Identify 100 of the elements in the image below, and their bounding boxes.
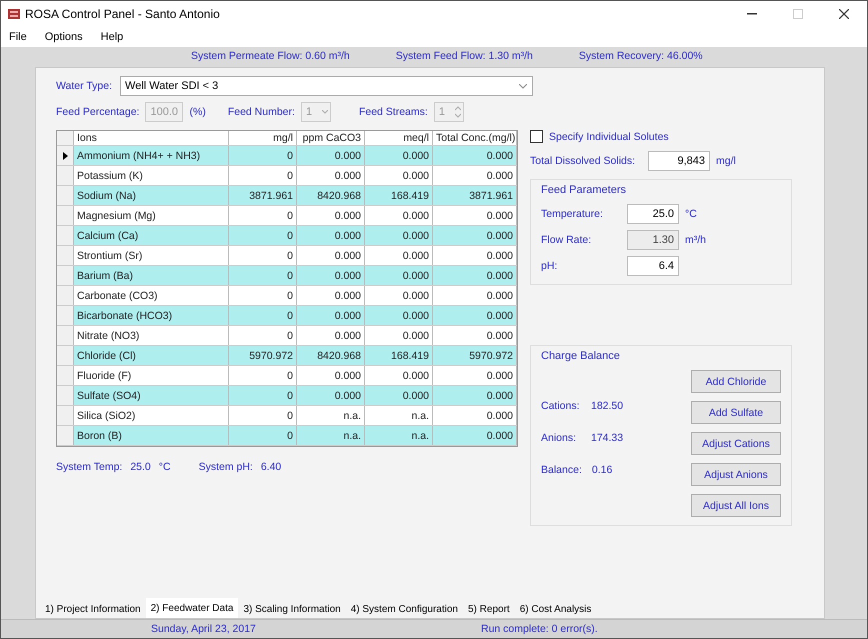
table-cell: 0 <box>229 226 297 245</box>
table-row[interactable]: Fluoride (F) 0 0.000 0.000 0.000 <box>57 366 517 386</box>
table-cell: 3871.961 <box>229 186 297 205</box>
system-temp-text: System Temp: <box>56 461 122 473</box>
table-cell: 0.000 <box>297 306 365 325</box>
field-label: Feed Percentage: <box>56 106 140 118</box>
table-cell: 0.000 <box>365 286 433 305</box>
summary-text: System Permeate Flow: 0.60 m³/h <box>191 50 350 62</box>
table-cell: 168.419 <box>365 186 433 205</box>
table-cell: Nitrate (NO3) <box>74 326 229 345</box>
table-cell: Silica (SiO2) <box>74 406 229 425</box>
water-type-dropdown[interactable]: Well Water SDI < 3 <box>120 76 534 96</box>
table-row[interactable]: Potassium (K) 0 0.000 0.000 0.000 <box>57 166 517 186</box>
menu-item[interactable]: Help <box>98 31 126 43</box>
group-title: Feed Parameters <box>541 184 627 196</box>
table-row[interactable]: Ammonium (NH4+ + NH3) 0 0.000 0.000 0.000 <box>57 146 517 166</box>
table-row[interactable]: Sodium (Na) 3871.961 8420.968 168.419 3871.961 <box>57 186 517 206</box>
table-cell: n.a. <box>297 406 365 425</box>
system-ph-value: 6.40 <box>260 461 282 473</box>
table-cell: 0.000 <box>433 406 517 425</box>
menu-item[interactable]: Options <box>42 31 85 43</box>
minimize-icon <box>747 13 757 15</box>
table-row[interactable]: Boron (B) 0 n.a. n.a. 0.000 <box>57 426 517 446</box>
table-cell: 0.000 <box>433 146 517 165</box>
tab[interactable]: 6) Cost Analysis <box>514 600 596 618</box>
column-header[interactable]: meq/l <box>365 131 433 145</box>
table-row[interactable]: Sulfate (SO4) 0 0.000 0.000 0.000 <box>57 386 517 406</box>
table-row[interactable]: Barium (Ba) 0 0.000 0.000 0.000 <box>57 266 517 286</box>
table-cell: 0 <box>229 146 297 165</box>
tab[interactable]: 3) Scaling Information <box>238 600 346 618</box>
table-row[interactable]: Calcium (Ca) 0 0.000 0.000 0.000 <box>57 226 517 246</box>
table-cell: 0.000 <box>365 206 433 225</box>
table-cell: n.a. <box>365 406 433 425</box>
checkbox[interactable] <box>530 130 543 143</box>
checkbox-label: Specify Individual Solutes <box>549 130 669 142</box>
table-row[interactable]: Carbonate (CO3) 0 0.000 0.000 0.000 <box>57 286 517 306</box>
table-cell: Bicarbonate (HCO3) <box>74 306 229 325</box>
table-cell: 0 <box>229 246 297 265</box>
tab[interactable]: 5) Report <box>463 600 515 618</box>
menu-item[interactable]: File <box>7 31 29 43</box>
group-title: Charge Balance <box>541 350 621 362</box>
field-label: pH: <box>541 260 558 272</box>
spinner-arrows-icon <box>454 106 461 118</box>
row-header[interactable] <box>57 146 74 165</box>
tab[interactable]: 1) Project Information <box>40 600 146 618</box>
table-cell: 0.000 <box>433 226 517 245</box>
table-cell: 3871.961 <box>433 186 517 205</box>
table-cell: 0.000 <box>297 146 365 165</box>
table-row[interactable]: Nitrate (NO3) 0 0.000 0.000 0.000 <box>57 326 517 346</box>
table-cell: Carbonate (CO3) <box>74 286 229 305</box>
system-temp-value: 25.0 <box>130 461 151 473</box>
table-cell: 0.000 <box>297 386 365 405</box>
table-row[interactable]: Bicarbonate (HCO3) 0 0.000 0.000 0.000 <box>57 306 517 326</box>
table-cell: 8420.968 <box>297 346 365 365</box>
tab[interactable]: 4) System Configuration <box>346 600 463 618</box>
table-row[interactable]: Magnesium (Mg) 0 0.000 0.000 0.000 <box>57 206 517 226</box>
table-cell: 0.000 <box>365 366 433 385</box>
table-row[interactable]: Silica (SiO2) 0 n.a. n.a. 0.000 <box>57 406 517 426</box>
table-cell: Sulfate (SO4) <box>74 386 229 405</box>
table-cell: 0.000 <box>297 326 365 345</box>
action-button[interactable]: Add Chloride <box>691 370 781 393</box>
table-cell: Barium (Ba) <box>74 266 229 285</box>
action-button[interactable]: Add Sulfate <box>691 401 781 424</box>
field-label: Feed Number: <box>228 106 295 118</box>
action-button[interactable]: Adjust Cations <box>691 432 781 455</box>
window-title: ROSA Control Panel - Santo Antonio <box>25 7 221 21</box>
table-cell: Boron (B) <box>74 426 229 445</box>
table-cell: 0.000 <box>365 146 433 165</box>
close-icon <box>839 9 849 19</box>
table-row[interactable]: Strontium (Sr) 0 0.000 0.000 0.000 <box>57 246 517 266</box>
table-cell: 0 <box>229 366 297 385</box>
table-cell: 0 <box>229 406 297 425</box>
unit-label: mg/l <box>716 155 736 167</box>
column-header[interactable]: ppm CaCO3 <box>297 131 365 145</box>
action-button[interactable]: Adjust All Ions <box>691 494 781 517</box>
action-button[interactable]: Adjust Anions <box>691 463 781 486</box>
parameter-field[interactable]: 25.0 <box>627 204 679 224</box>
table-cell: 0.000 <box>433 266 517 285</box>
table-cell: 0 <box>229 306 297 325</box>
tab[interactable]: 2) Feedwater Data <box>146 598 238 618</box>
table-cell: Calcium (Ca) <box>74 226 229 245</box>
column-header[interactable]: Total Conc.(mg/l) <box>433 131 517 145</box>
current-row-icon <box>62 152 68 160</box>
parameter-field[interactable]: 6.4 <box>627 256 679 276</box>
table-cell: Ammonium (NH4+ + NH3) <box>74 146 229 165</box>
table-cell: 5970.972 <box>229 346 297 365</box>
tds-field[interactable]: 9,843 <box>648 151 710 171</box>
table-cell: 0.000 <box>297 226 365 245</box>
system-ph-text: System pH: <box>198 461 253 473</box>
table-row[interactable]: Chloride (Cl) 5970.972 8420.968 168.419 5970.972 <box>57 346 517 366</box>
table-cell: 0.000 <box>297 366 365 385</box>
table-cell: Magnesium (Mg) <box>74 206 229 225</box>
column-header[interactable]: Ions <box>74 131 229 145</box>
unit-label: (%) <box>189 106 206 118</box>
chevron-down-icon <box>519 84 528 88</box>
table-cell: 0.000 <box>365 306 433 325</box>
table-cell: 0.000 <box>365 166 433 185</box>
table-cell: Chloride (Cl) <box>74 346 229 365</box>
column-header[interactable]: mg/l <box>229 131 297 145</box>
table-cell: 0.000 <box>365 246 433 265</box>
